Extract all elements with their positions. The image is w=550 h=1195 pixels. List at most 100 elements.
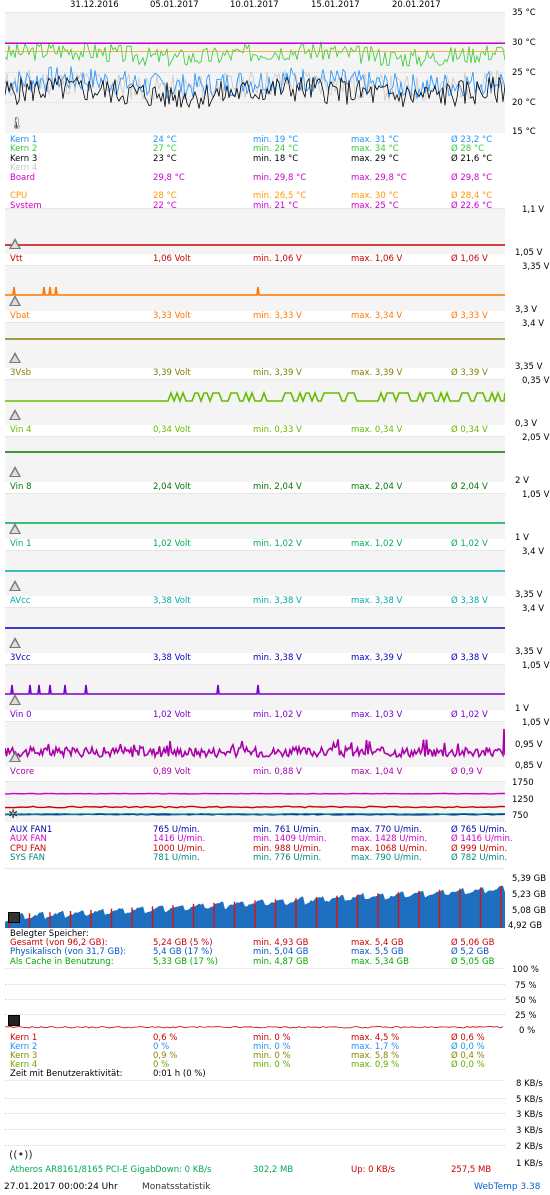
- fan-line: [5, 805, 505, 809]
- cpu-ytick: 100 %: [512, 965, 540, 975]
- fan-ytick: 1750: [512, 778, 534, 788]
- voltage-min: min. 1,06 V: [253, 254, 302, 264]
- warning-icon: [9, 751, 21, 762]
- voltage-plot: [5, 286, 505, 296]
- fan-avg: Ø 782 U/min.: [451, 853, 508, 864]
- warning-icon: [9, 295, 21, 306]
- cpu-ytick: 0 %: [519, 1026, 536, 1036]
- cpu-min: min. 0 %: [253, 1060, 291, 1070]
- voltage-min: min. 1,02 V: [253, 710, 302, 720]
- footer-brand[interactable]: WebTemp 3.38: [474, 1182, 541, 1192]
- network-chart: [5, 1080, 505, 1163]
- memory-plot: [5, 885, 505, 928]
- cpu-chip-icon: [8, 1015, 20, 1026]
- voltage-min: min. 3,38 V: [253, 596, 302, 606]
- voltage-line: [5, 728, 505, 760]
- network-down: Down: 0 KB/s: [155, 1165, 212, 1175]
- memory-row: Als Cache in Benutzung: 5,33 GB (17 %) min…: [10, 957, 510, 967]
- mem-ytick: 5,23 GB: [512, 890, 547, 900]
- voltage-ytick-bottom: 1 V: [515, 704, 529, 714]
- cpu-ytick: 25 %: [515, 1011, 537, 1021]
- voltage-min: min. 3,39 V: [253, 368, 302, 378]
- voltage-cur: 0,89 Volt: [153, 767, 191, 777]
- temp-ytick: 20 °C: [512, 98, 536, 108]
- voltage-label: 3Vsb: [10, 368, 32, 378]
- voltage-plot: [5, 522, 505, 524]
- voltage-max: max. 3,34 V: [351, 311, 403, 321]
- voltage-plot: [5, 684, 505, 695]
- mem-ytick: 4,92 GB: [508, 921, 543, 931]
- voltage-avg: Ø 3,38 V: [451, 653, 488, 663]
- temp-ytick: 35 °C: [512, 8, 536, 18]
- footer-timestamp: 27.01.2017 00:00:24 Uhr: [4, 1182, 118, 1192]
- voltage-plot: [5, 627, 505, 629]
- voltage-ytick-top: 1,1 V: [522, 205, 545, 215]
- fan-line: [5, 792, 505, 795]
- voltage-ytick-top: 3,4 V: [522, 547, 545, 557]
- date-label: 20.01.2017: [392, 0, 441, 10]
- voltage-row: Vbat 3,33 Volt min. 3,33 V max. 3,34 V Ø 3,3…: [10, 311, 510, 321]
- voltage-min: min. 2,04 V: [253, 482, 302, 492]
- voltage-max: max. 3,39 V: [351, 368, 403, 378]
- voltage-row: Vin 0 1,02 Volt min. 1,02 V max. 1,03 V Ø 1,…: [10, 710, 510, 720]
- temperature-plot: [5, 41, 505, 109]
- temp-ytick: 30 °C: [512, 38, 536, 48]
- voltage-label: 3Vcc: [10, 653, 31, 663]
- network-down-total: 302,2 MB: [253, 1165, 294, 1175]
- voltage-avg: Ø 1,02 V: [451, 539, 488, 549]
- voltage-ytick-bottom: 3,35 V: [515, 362, 543, 372]
- voltage-min: min. 3,33 V: [253, 311, 302, 321]
- voltage-ytick-bottom: 1,05 V: [515, 248, 543, 258]
- fan-cur: 781 U/min.: [153, 853, 200, 864]
- mem-ytick: 5,39 GB: [512, 874, 547, 884]
- voltage-label: Vin 8: [10, 482, 32, 492]
- activity-value: 0:01 h (0 %): [153, 1069, 206, 1079]
- voltage-label: Vin 4: [10, 425, 32, 435]
- fan-plot: [5, 792, 505, 816]
- voltage-min: min. 0,33 V: [253, 425, 302, 435]
- fan-line: [5, 813, 505, 816]
- memory-max: max. 5,34 GB: [351, 956, 409, 967]
- voltage-ytick-bottom: 3,35 V: [515, 590, 543, 600]
- memory-chip-icon: [8, 912, 20, 923]
- voltage-label: Vin 1: [10, 539, 32, 549]
- net-ytick: 1 KB/s: [516, 1159, 543, 1169]
- warning-icon: [9, 523, 21, 534]
- date-label: 10.01.2017: [230, 0, 279, 10]
- voltage-min: min. 3,38 V: [253, 653, 302, 663]
- voltage-line: [5, 684, 505, 695]
- voltage-ytick-top: 3,35 V: [522, 262, 550, 272]
- voltage-line: [5, 390, 505, 404]
- voltage-plot: [5, 570, 505, 572]
- voltage-row: Vin 4 0,34 Volt min. 0,33 V max. 0,34 V Ø 0,…: [10, 425, 510, 435]
- warning-icon: [9, 466, 21, 477]
- date-label: 15.01.2017: [311, 0, 360, 10]
- voltage-cur: 3,33 Volt: [153, 311, 191, 321]
- voltage-max: max. 1,06 V: [351, 254, 403, 264]
- temp-ytick: 25 °C: [512, 68, 536, 78]
- voltage-ytick-bottom: 0,85 V: [515, 761, 543, 771]
- voltage-label: Vcore: [10, 767, 35, 777]
- net-ytick: 8 KB/s: [516, 1079, 543, 1089]
- voltage-avg: Ø 3,38 V: [451, 596, 488, 606]
- voltage-ytick-bottom: 0,3 V: [515, 419, 538, 429]
- voltage-plot: [5, 390, 505, 404]
- voltage-avg: Ø 0,34 V: [451, 425, 488, 435]
- voltage-max: max. 3,38 V: [351, 596, 403, 606]
- voltage-ytick-top: 3,4 V: [522, 604, 545, 614]
- warning-icon: [9, 352, 21, 363]
- voltage-ytick-bottom: 1 V: [515, 533, 529, 543]
- voltage-row: Vin 8 2,04 Volt min. 2,04 V max. 2,04 V Ø 2,…: [10, 482, 510, 492]
- voltage-min: min. 0,88 V: [253, 767, 302, 777]
- memory-cur: 5,33 GB (17 %): [153, 956, 218, 967]
- voltage-avg: Ø 2,04 V: [451, 482, 488, 492]
- voltage-max: max. 1,03 V: [351, 710, 403, 720]
- temp-ytick: 15 °C: [512, 127, 536, 137]
- net-ytick: 5 KB/s: [516, 1095, 543, 1105]
- voltage-row: 3Vsb 3,39 Volt min. 3,39 V max. 3,39 V Ø 3,3…: [10, 368, 510, 378]
- voltage-cur: 3,38 Volt: [153, 596, 191, 606]
- net-ytick: 3 KB/s: [516, 1126, 543, 1136]
- voltage-label: Vtt: [10, 254, 23, 264]
- voltage-avg: Ø 3,39 V: [451, 368, 488, 378]
- voltage-ytick-bottom: 3,3 V: [515, 305, 538, 315]
